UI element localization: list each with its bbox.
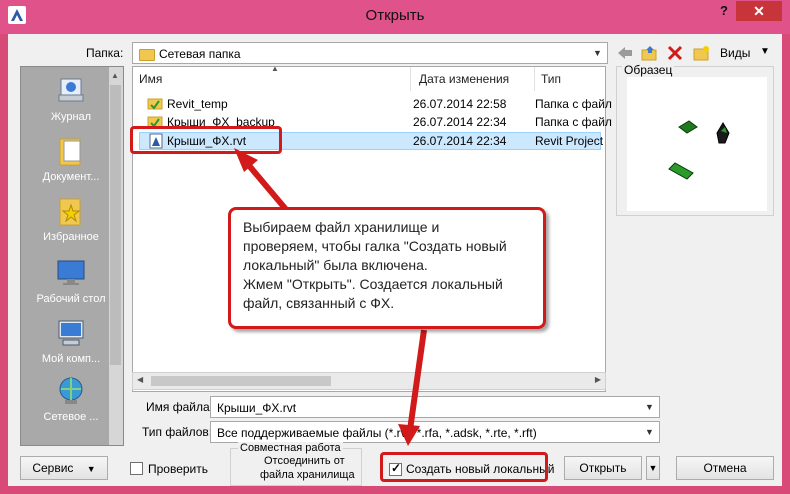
place-label: Мой комп... (41, 353, 101, 365)
file-list-hscrollbar[interactable]: ◀ ▶ (132, 372, 606, 390)
worksharing-group-label: Совместная работа (238, 442, 343, 454)
chevron-down-icon[interactable]: ▼ (645, 427, 655, 437)
preview-group (616, 66, 774, 216)
detach-label-line1[interactable]: Отсоединить от (264, 455, 345, 467)
filetype-select[interactable]: Все поддерживаемые файлы (*.rvt, *.rfa, … (210, 421, 660, 443)
place-label: Избранное (43, 231, 99, 243)
title-bar: Открыть ? ✕ (0, 0, 790, 34)
verify-label[interactable]: Проверить (148, 462, 208, 476)
up-folder-icon[interactable] (640, 44, 658, 62)
hscroll-thumb[interactable] (151, 376, 331, 386)
place-label: Сетевое ... (43, 411, 99, 423)
callout-line: файл, связанный с ФХ. (243, 295, 395, 311)
folder-icon (147, 96, 163, 113)
filename-label: Имя файла: (146, 400, 213, 414)
places-bar: Журнал Документ... Избранное Рабочий сто… (20, 66, 124, 446)
file-name: Revit_temp (167, 97, 228, 111)
place-computer[interactable]: Мой комп... (21, 317, 121, 365)
preview-image (627, 77, 767, 211)
filetype-value: Все поддерживаемые файлы (*.rvt, *.rfa, … (217, 426, 537, 440)
folder-combo[interactable]: Сетевая папка ▼ (132, 42, 608, 64)
file-type: Папка с файл (535, 97, 612, 111)
folder-icon (139, 48, 155, 61)
window-title: Открыть (365, 7, 425, 24)
folder-value: Сетевая папка (159, 47, 241, 61)
verify-checkbox[interactable] (130, 462, 143, 475)
place-desktop[interactable]: Рабочий стол (21, 257, 121, 305)
chevron-down-icon: ▼ (593, 48, 602, 58)
folder-label: Папка: (86, 46, 124, 60)
place-label: Журнал (50, 111, 92, 123)
column-type[interactable]: Тип (535, 67, 607, 91)
file-row-revit-temp[interactable]: Revit_temp 26.07.2014 22:58 Папка с файл (139, 95, 612, 113)
new-folder-icon[interactable] (692, 44, 710, 62)
favorites-icon (55, 195, 87, 227)
place-favorites[interactable]: Избранное (21, 195, 121, 243)
views-dropdown-icon[interactable]: ▼ (760, 46, 770, 57)
places-scroll-thumb[interactable] (110, 85, 121, 365)
views-label[interactable]: Виды (720, 46, 750, 60)
annotation-checkbox-highlight (380, 452, 548, 482)
column-date[interactable]: Дата изменения (413, 67, 535, 91)
service-label: Сервис (32, 461, 74, 475)
places-scrollbar[interactable]: ▲ (109, 67, 123, 445)
network-icon (55, 375, 87, 407)
service-button[interactable]: Сервис ▼ (20, 456, 108, 480)
place-label: Рабочий стол (36, 293, 106, 305)
cancel-button[interactable]: Отмена (676, 456, 774, 480)
back-icon[interactable] (616, 44, 634, 62)
open-options-icon[interactable]: ▼ (646, 456, 660, 480)
place-label: Документ... (42, 171, 100, 183)
annotation-file-highlight (130, 126, 282, 154)
place-documents[interactable]: Документ... (21, 135, 121, 183)
filename-input[interactable]: Крыши_ФХ.rvt ▼ (210, 396, 660, 418)
callout-line: локальный" была включена. (243, 257, 428, 273)
computer-icon (55, 317, 87, 349)
filename-value: Крыши_ФХ.rvt (217, 401, 297, 415)
desktop-icon (55, 257, 87, 289)
close-button[interactable]: ✕ (736, 1, 782, 21)
open-button[interactable]: Открыть (564, 456, 642, 480)
delete-icon[interactable] (666, 44, 684, 62)
file-type: Revit Project (535, 134, 604, 148)
file-date: 26.07.2014 22:34 (413, 115, 507, 129)
chevron-down-icon[interactable]: ▼ (645, 402, 655, 412)
place-network[interactable]: Сетевое ... (21, 375, 121, 423)
detach-label-line2[interactable]: файла хранилища (260, 469, 355, 481)
filetype-label: Тип файлов: (142, 425, 213, 439)
file-date: 26.07.2014 22:34 (413, 134, 507, 148)
chevron-down-icon: ▼ (86, 464, 96, 474)
place-history[interactable]: Журнал (21, 75, 121, 123)
documents-icon (55, 135, 87, 167)
preview-label: Образец (622, 63, 675, 77)
callout-line: проверяем, чтобы галка "Создать новый (243, 238, 507, 254)
callout-line: Выбираем файл хранилище и (243, 219, 440, 235)
sort-ascending-icon: ▲ (271, 64, 279, 73)
help-button[interactable]: ? (712, 3, 736, 23)
file-date: 26.07.2014 22:58 (413, 97, 507, 111)
file-type: Папка с файл (535, 115, 612, 129)
history-icon (55, 75, 87, 107)
annotation-callout: Выбираем файл хранилище и проверяем, что… (228, 207, 546, 329)
callout-line: Жмем "Открыть". Создается локальный (243, 276, 503, 292)
